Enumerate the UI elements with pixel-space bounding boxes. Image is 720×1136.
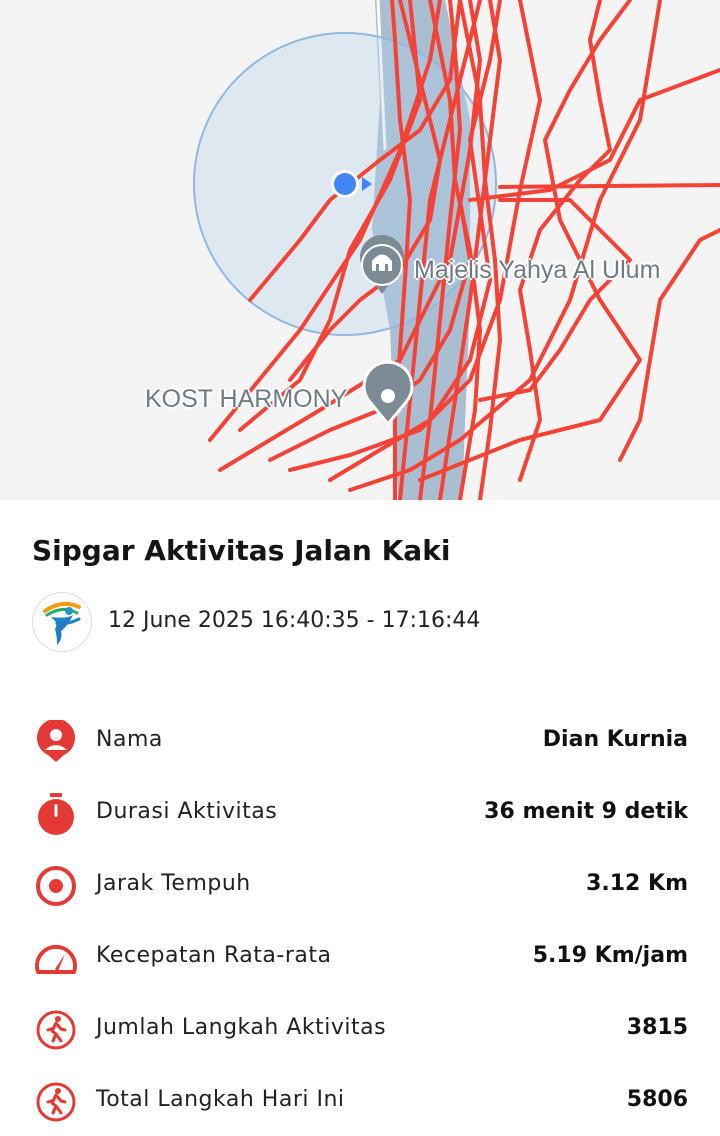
activity-map[interactable]: Majelis Yahya Al Ulum KOST HARMONY — [0, 0, 720, 500]
info-row-duration: Durasi Aktivitas 36 menit 9 detik — [0, 782, 720, 842]
person-pin-icon — [34, 718, 78, 764]
row-value: Dian Kurnia — [542, 727, 688, 752]
walking-icon — [34, 1008, 78, 1052]
row-label: Nama — [96, 727, 163, 752]
info-row-activity-steps: Jumlah Langkah Aktivitas 3815 — [0, 998, 720, 1058]
row-label: Kecepatan Rata-rata — [96, 943, 332, 968]
row-label: Jarak Tempuh — [96, 871, 251, 896]
card-title: Sipgar Aktivitas Jalan Kaki — [32, 534, 451, 567]
map-canvas — [193, 0, 720, 500]
row-value: 5.19 Km/jam — [532, 943, 688, 968]
row-value: 5806 — [626, 1087, 688, 1112]
stopwatch-icon — [34, 792, 78, 836]
row-value: 36 menit 9 detik — [484, 799, 688, 824]
poi-label-kost[interactable]: KOST HARMONY — [145, 385, 347, 414]
row-label: Total Langkah Hari Ini — [96, 1087, 345, 1112]
target-icon — [34, 864, 78, 908]
row-value: 3815 — [626, 1015, 688, 1040]
row-label: Durasi Aktivitas — [96, 799, 278, 824]
info-row-total-steps: Total Langkah Hari Ini 5806 — [0, 1070, 720, 1130]
activity-summary-card: Sipgar Aktivitas Jalan Kaki 12 June 2025… — [0, 500, 720, 1136]
row-label: Jumlah Langkah Aktivitas — [96, 1015, 387, 1040]
poi-label-mosque[interactable]: Majelis Yahya Al Ulum — [414, 256, 660, 285]
activity-datetime: 12 June 2025 16:40:35 - 17:16:44 — [108, 608, 481, 633]
walking-icon — [34, 1080, 78, 1124]
app-logo-icon — [32, 592, 92, 652]
row-value: 3.12 Km — [586, 871, 688, 896]
speedometer-icon — [34, 936, 78, 980]
info-row-name: Nama Dian Kurnia — [0, 710, 720, 770]
info-row-distance: Jarak Tempuh 3.12 Km — [0, 854, 720, 914]
info-row-speed: Kecepatan Rata-rata 5.19 Km/jam — [0, 926, 720, 986]
